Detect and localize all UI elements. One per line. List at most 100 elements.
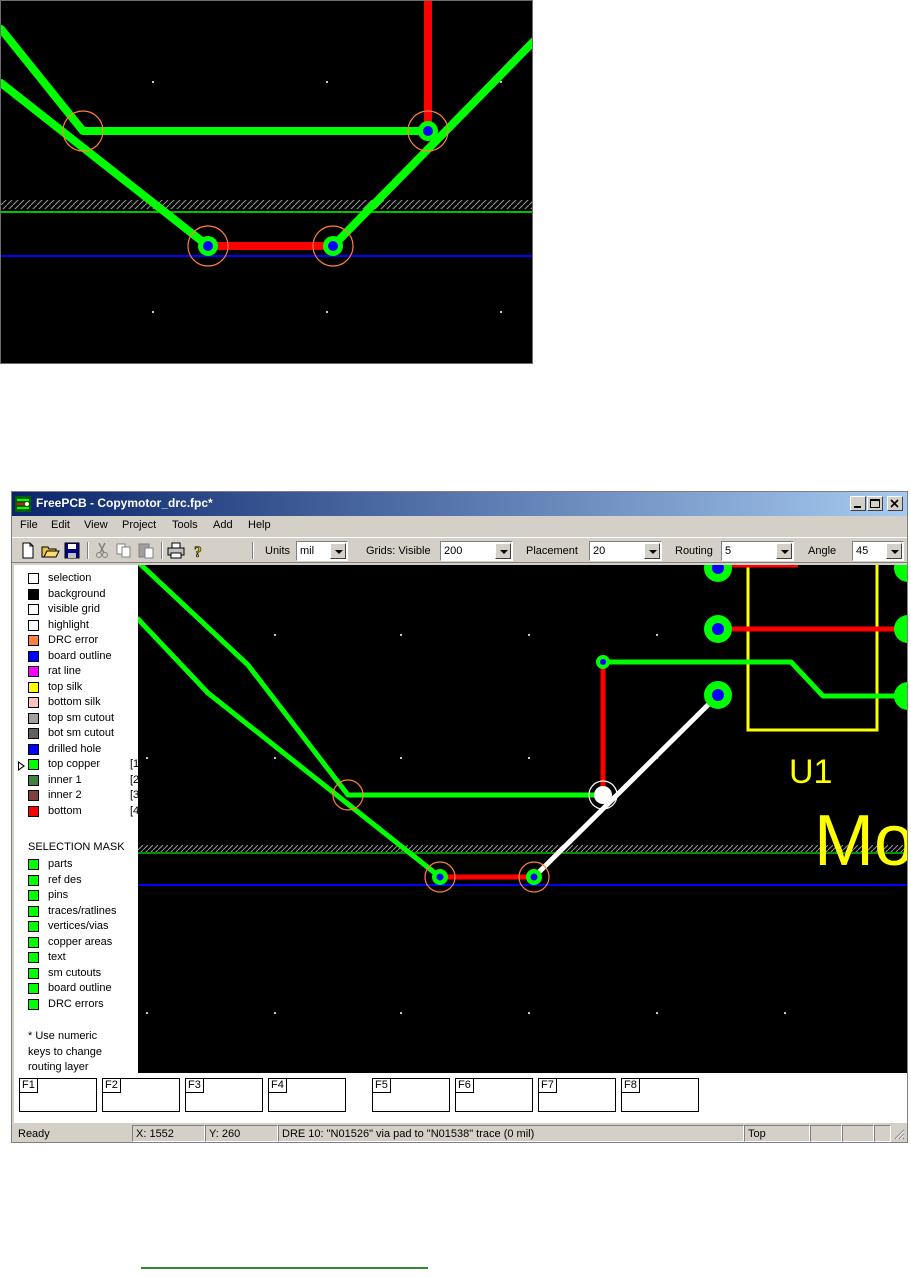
mask-toggle-swatch[interactable] — [28, 936, 39, 948]
placement-grid-combo[interactable]: 20 — [589, 541, 662, 561]
chevron-down-icon[interactable] — [776, 543, 792, 559]
mask-toggle-swatch[interactable] — [28, 859, 39, 870]
layer-label: top sm cutout — [48, 711, 115, 724]
close-button[interactable] — [887, 496, 903, 511]
function-key-f4[interactable]: F4 — [268, 1078, 346, 1112]
function-key-f2[interactable]: F2 — [102, 1078, 180, 1112]
layer-color-swatch[interactable] — [28, 573, 39, 584]
routing-label: Routing — [675, 545, 713, 557]
mask-label: vertices/vias — [48, 920, 109, 932]
function-key-label: F3 — [186, 1079, 204, 1093]
function-key-bar: F1 F2 F3 F4 F5 F6 F7 F8 — [14, 1073, 907, 1123]
note-line: keys to change — [28, 1045, 102, 1058]
save-button[interactable] — [62, 541, 82, 560]
status-empty-pane — [842, 1125, 874, 1142]
routing-grid-value: 5 — [725, 545, 732, 557]
function-key-label: F1 — [20, 1079, 38, 1093]
layer-color-swatch[interactable] — [28, 774, 39, 786]
angle-label: Angle — [808, 545, 837, 557]
layer-color-swatch[interactable] — [28, 790, 39, 801]
menu-view[interactable]: View — [84, 519, 108, 531]
mask-toggle-swatch[interactable] — [28, 967, 39, 979]
sm-cutout-band — [138, 845, 907, 852]
toolbar: ? Units mil Grids: Visible 200 Placement… — [12, 537, 907, 563]
mask-toggle-swatch[interactable] — [28, 921, 39, 932]
menu-add[interactable]: Add — [213, 519, 233, 531]
function-key-label: F4 — [269, 1079, 287, 1093]
mask-label: parts — [48, 858, 73, 870]
menu-tools[interactable]: Tools — [172, 519, 198, 531]
minimize-button[interactable] — [850, 496, 866, 511]
layer-color-swatch[interactable] — [28, 619, 39, 631]
routing-grid-combo[interactable]: 5 — [721, 541, 794, 561]
placement-label: Placement — [526, 545, 578, 557]
layer-color-swatch[interactable] — [28, 759, 39, 770]
function-key-f5[interactable]: F5 — [372, 1078, 450, 1112]
function-key-f3[interactable]: F3 — [185, 1078, 263, 1112]
new-file-button[interactable] — [18, 541, 38, 560]
open-button[interactable] — [40, 541, 60, 560]
mask-toggle-swatch[interactable] — [28, 890, 39, 901]
layer-color-swatch[interactable] — [28, 681, 39, 693]
window-title: FreePCB - Copymotor_drc.fpc* — [36, 496, 213, 510]
pcb-canvas[interactable]: U1 Mo — [138, 565, 908, 1073]
chevron-down-icon[interactable] — [495, 543, 511, 559]
layer-label: inner 1 — [48, 773, 82, 786]
mask-toggle-swatch[interactable] — [28, 874, 39, 886]
function-key-f8[interactable]: F8 — [621, 1078, 699, 1112]
layer-color-swatch[interactable] — [28, 650, 39, 662]
print-icon — [167, 542, 185, 559]
layer-color-swatch[interactable] — [28, 697, 39, 708]
resize-grip-icon[interactable] — [893, 1128, 905, 1140]
layer-color-swatch[interactable] — [28, 728, 39, 739]
angle-combo[interactable]: 45 — [852, 541, 904, 561]
sm-cutout-band — [1, 200, 532, 209]
maximize-button[interactable] — [867, 496, 883, 511]
pcb-drawing: U1 Mo — [138, 565, 908, 1014]
function-key-f1[interactable]: F1 — [19, 1078, 97, 1112]
menu-edit[interactable]: Edit — [51, 519, 70, 531]
paste-button[interactable] — [136, 541, 156, 560]
print-button[interactable] — [166, 541, 186, 560]
menu-help[interactable]: Help — [248, 519, 271, 531]
title-bar[interactable]: FreePCB - Copymotor_drc.fpc* — [12, 492, 907, 516]
mask-toggle-swatch[interactable] — [28, 952, 39, 963]
chevron-down-icon[interactable] — [644, 543, 660, 559]
layer-color-swatch[interactable] — [28, 743, 39, 755]
u1-value-text: Mo — [814, 801, 908, 881]
layer-color-swatch[interactable] — [28, 712, 39, 724]
layer-label: DRC error — [48, 634, 99, 646]
chevron-down-icon[interactable] — [330, 543, 346, 559]
visible-grid-combo[interactable]: 200 — [440, 541, 513, 561]
menu-file[interactable]: File — [20, 519, 38, 531]
layer-color-swatch[interactable] — [28, 588, 39, 600]
status-empty-pane — [874, 1125, 891, 1142]
layer-color-swatch[interactable] — [28, 635, 39, 646]
minimize-icon — [854, 506, 861, 508]
copy-button[interactable] — [114, 541, 134, 560]
mask-label: DRC errors — [48, 997, 104, 1010]
layer-color-swatch[interactable] — [28, 604, 39, 615]
mask-toggle-swatch[interactable] — [28, 905, 39, 917]
u1-silk-outline — [746, 565, 879, 732]
layer-color-swatch[interactable] — [28, 666, 39, 677]
status-x-coord: X: 1552 — [132, 1125, 205, 1142]
chevron-down-icon[interactable] — [886, 543, 902, 559]
function-key-f6[interactable]: F6 — [455, 1078, 533, 1112]
mask-toggle-swatch[interactable] — [28, 998, 39, 1010]
mask-toggle-swatch[interactable] — [28, 983, 39, 994]
help-button[interactable]: ? — [188, 541, 208, 562]
cut-button[interactable] — [92, 541, 112, 560]
menu-project[interactable]: Project — [122, 519, 156, 531]
save-icon — [64, 542, 80, 559]
function-key-f7[interactable]: F7 — [538, 1078, 616, 1112]
layer-label: inner 2 — [48, 789, 82, 801]
grid-dots — [152, 81, 502, 313]
cut-icon — [96, 542, 108, 558]
function-key-label: F5 — [373, 1079, 391, 1093]
placement-grid-value: 20 — [593, 545, 606, 557]
maximize-icon — [870, 499, 880, 508]
units-combo[interactable]: mil — [296, 541, 348, 561]
layer-color-swatch[interactable] — [28, 805, 39, 817]
function-key-label: F2 — [103, 1079, 121, 1093]
